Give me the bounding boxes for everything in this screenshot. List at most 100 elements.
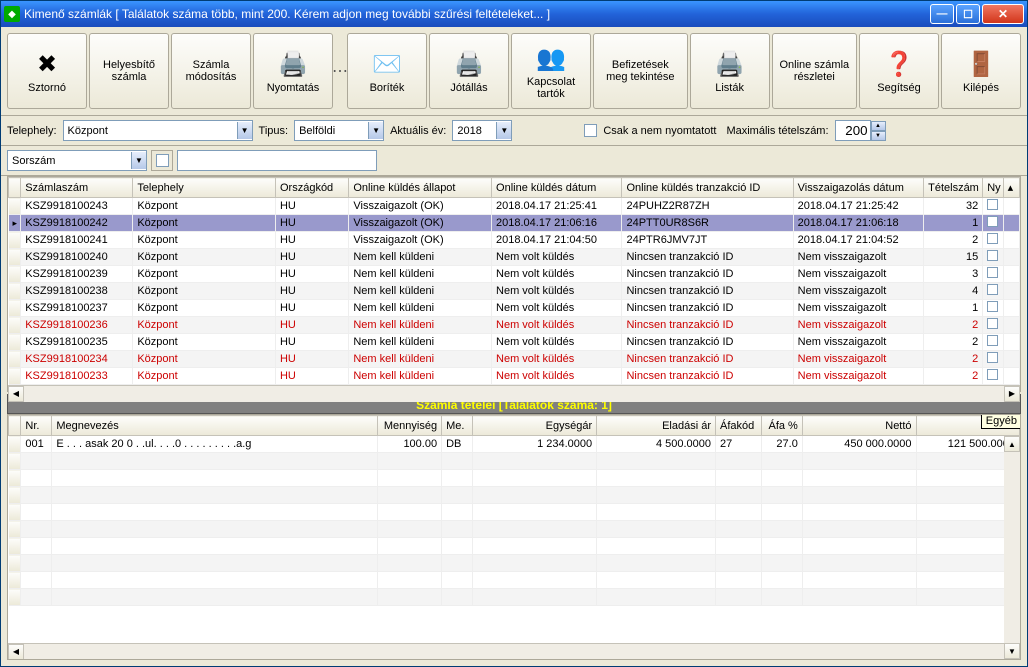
spinner-down[interactable]: ▼	[871, 131, 886, 141]
cell-ny[interactable]	[983, 317, 1003, 334]
table-row[interactable]: 001E . . . asak 20 0 . .ul. . . .0 . . .…	[9, 436, 1020, 453]
cell-telephely: Központ	[133, 368, 276, 385]
dcol-megnevezes[interactable]: Megnevezés	[52, 416, 378, 436]
dcol-me[interactable]: Me.	[442, 416, 473, 436]
scroll-right-button[interactable]: ▶	[1004, 386, 1020, 402]
table-row[interactable]: KSZ9918100235KözpontHUNem kell küldeniNe…	[9, 334, 1020, 351]
col-online-datum[interactable]: Online küldés dátum	[492, 178, 622, 198]
csak-nem-nyomtatott-checkbox[interactable]	[584, 124, 597, 137]
helyesbito-button[interactable]: Helyesbítő számla	[89, 33, 169, 109]
cell-szamlaszam: KSZ9918100238	[21, 283, 133, 300]
modositas-button[interactable]: Számla módosítás	[171, 33, 251, 109]
scroll-left-button[interactable]: ◀	[8, 644, 24, 660]
dcol-mennyiseg[interactable]: Mennyiség	[378, 416, 442, 436]
cell-pad	[1003, 198, 1019, 215]
dcol-egysegar[interactable]: Egységár	[473, 416, 597, 436]
dcol-eladasi-ar[interactable]: Eladási ár	[597, 416, 716, 436]
cell-ny[interactable]	[983, 266, 1003, 283]
close-button[interactable]: ✕	[982, 4, 1024, 24]
listak-button[interactable]: 🖨️Listák	[690, 33, 770, 109]
col-online-allapot[interactable]: Online küldés állapot	[349, 178, 492, 198]
maximize-button[interactable]: ☐	[956, 4, 980, 24]
cell-pad	[1003, 232, 1019, 249]
cell-ny[interactable]	[983, 368, 1003, 385]
search-row: Sorszám▼	[1, 146, 1027, 176]
cell-ny[interactable]	[983, 198, 1003, 215]
max-tetel-input[interactable]	[835, 120, 871, 141]
cell-tetelszam: 2	[924, 351, 983, 368]
vscroll-track[interactable]	[1004, 452, 1020, 643]
cell-datum: Nem volt küldés	[492, 317, 622, 334]
table-row[interactable]: KSZ9918100234KözpontHUNem kell küldeniNe…	[9, 351, 1020, 368]
col-szamlaszam[interactable]: Számlaszám	[21, 178, 133, 198]
max-tetel-spinner[interactable]: ▲▼	[835, 120, 886, 141]
boritek-button[interactable]: ✉️Boríték	[347, 33, 427, 109]
sort-combo[interactable]: Sorszám▼	[7, 150, 147, 171]
dcol-netto[interactable]: Nettó	[802, 416, 916, 436]
col-online-tranzakcio[interactable]: Online küldés tranzakció ID	[622, 178, 793, 198]
telephely-combo[interactable]: Központ▼	[63, 120, 253, 141]
cell-ny[interactable]	[983, 232, 1003, 249]
online-label: Online számla részletei	[779, 59, 850, 83]
cell-ny[interactable]	[983, 334, 1003, 351]
cell-ny[interactable]	[983, 283, 1003, 300]
col-visszaigazolas[interactable]: Visszaigazolás dátum	[793, 178, 923, 198]
dcol-nr[interactable]: Nr.	[21, 416, 52, 436]
aktualis-ev-combo[interactable]: 2018▼	[452, 120, 512, 141]
cell-ny[interactable]	[983, 215, 1003, 232]
cell-datum: Nem volt küldés	[492, 266, 622, 283]
table-row[interactable]: ▸KSZ9918100242KözpontHUVisszaigazolt (OK…	[9, 215, 1020, 232]
cell-telephely: Központ	[133, 283, 276, 300]
cell-ny[interactable]	[983, 300, 1003, 317]
aktualis-ev-value: 2018	[457, 125, 481, 137]
cell-datum: Nem volt küldés	[492, 283, 622, 300]
minimize-button[interactable]: —	[930, 4, 954, 24]
online-button[interactable]: Online számla részletei	[772, 33, 857, 109]
kapcsolat-button[interactable]: 👥Kapcsolat tartók	[511, 33, 591, 109]
col-orszagkod[interactable]: Országkód	[275, 178, 348, 198]
dcell-nr: 001	[21, 436, 52, 453]
detail-hscroll[interactable]: ◀ ▶	[8, 643, 1020, 659]
detail-vscroll[interactable]: ▲ ▼	[1004, 436, 1020, 659]
col-ny[interactable]: Ny	[983, 178, 1003, 198]
scroll-left-button[interactable]: ◀	[8, 386, 24, 402]
table-row-empty	[9, 504, 1020, 521]
jotallas-button[interactable]: 🖨️Jótállás	[429, 33, 509, 109]
help-icon: ❓	[883, 48, 915, 80]
cell-ny[interactable]	[983, 351, 1003, 368]
table-row[interactable]: KSZ9918100241KözpontHUVisszaigazolt (OK)…	[9, 232, 1020, 249]
table-row[interactable]: KSZ9918100236KözpontHUNem kell küldeniNe…	[9, 317, 1020, 334]
scroll-track[interactable]	[24, 644, 1004, 660]
col-tetelszam[interactable]: Tételszám	[924, 178, 983, 198]
table-row[interactable]: KSZ9918100239KözpontHUNem kell küldeniNe…	[9, 266, 1020, 283]
nyomtatas-button[interactable]: 🖨️Nyomtatás	[253, 33, 333, 109]
col-telephely[interactable]: Telephely	[133, 178, 276, 198]
table-row[interactable]: KSZ9918100243KözpontHUVisszaigazolt (OK)…	[9, 198, 1020, 215]
spinner-up[interactable]: ▲	[871, 121, 886, 131]
scroll-up-button[interactable]: ▲	[1004, 436, 1020, 452]
table-row[interactable]: KSZ9918100240KözpontHUNem kell küldeniNe…	[9, 249, 1020, 266]
tipus-combo[interactable]: Belföldi▼	[294, 120, 384, 141]
cell-visszaigazolas: Nem visszaigazolt	[793, 334, 923, 351]
table-row[interactable]: KSZ9918100238KözpontHUNem kell küldeniNe…	[9, 283, 1020, 300]
search-checkbox[interactable]	[156, 154, 169, 167]
hscroll[interactable]: ◀ ▶	[8, 385, 1020, 401]
dcol-afa-pct[interactable]: Áfa %	[761, 416, 802, 436]
kilepes-button[interactable]: 🚪Kilépés	[941, 33, 1021, 109]
rowmark	[9, 266, 21, 283]
befizetesek-button[interactable]: Befizetések meg tekintése	[593, 33, 688, 109]
dcol-afakod[interactable]: Áfakód	[716, 416, 761, 436]
scroll-track[interactable]	[24, 386, 1004, 402]
cell-orszagkod: HU	[275, 351, 348, 368]
segitseg-button[interactable]: ❓Segítség	[859, 33, 939, 109]
scroll-down-button[interactable]: ▼	[1004, 643, 1020, 659]
cell-visszaigazolas: Nem visszaigazolt	[793, 368, 923, 385]
cell-ny[interactable]	[983, 249, 1003, 266]
table-row[interactable]: KSZ9918100237KözpontHUNem kell küldeniNe…	[9, 300, 1020, 317]
sort-value: Sorszám	[12, 155, 55, 167]
search-input[interactable]	[177, 150, 377, 171]
jotallas-label: Jótállás	[450, 82, 487, 94]
table-row[interactable]: KSZ9918100233KözpontHUNem kell küldeniNe…	[9, 368, 1020, 385]
cell-telephely: Központ	[133, 249, 276, 266]
storno-button[interactable]: ✖Sztornó	[7, 33, 87, 109]
